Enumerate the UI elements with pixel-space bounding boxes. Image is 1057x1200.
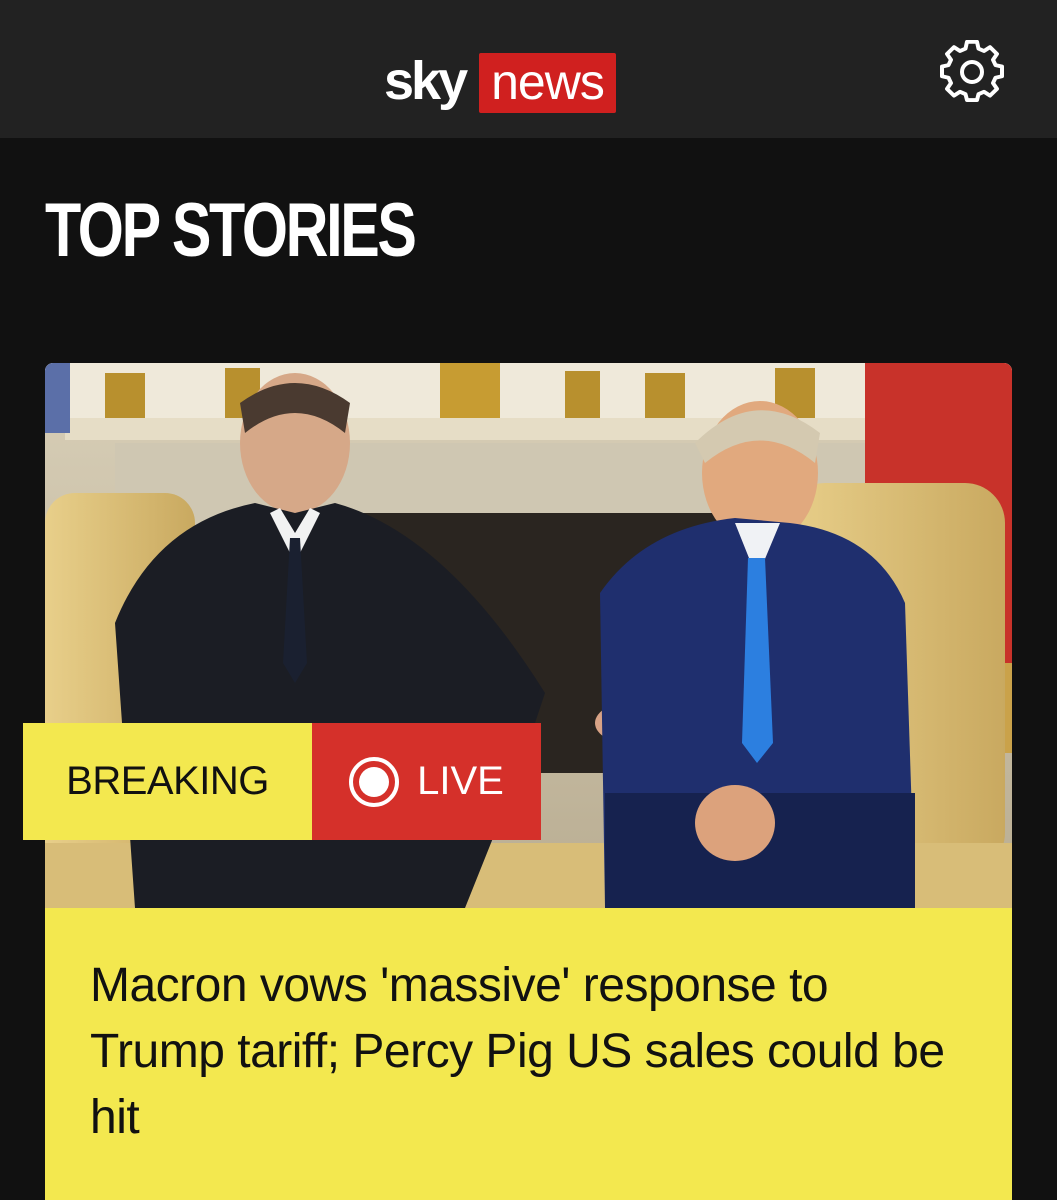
breaking-badge: BREAKING bbox=[23, 723, 312, 840]
section-title: TOP STORIES bbox=[45, 188, 417, 273]
main-content: TOP STORIES Macron vows 'massive' respon… bbox=[0, 138, 1057, 1200]
story-badges: BREAKING LIVE bbox=[23, 723, 541, 840]
story-headline[interactable]: Macron vows 'massive' response to Trump … bbox=[90, 953, 970, 1151]
settings-gear-icon[interactable] bbox=[940, 39, 1004, 104]
live-record-icon bbox=[349, 756, 400, 807]
live-badge: LIVE bbox=[312, 723, 541, 840]
headline-panel: Macron vows 'massive' response to Trump … bbox=[45, 908, 1012, 1200]
live-badge-label: LIVE bbox=[417, 759, 504, 803]
logo-news-text: news bbox=[479, 53, 616, 113]
app-header: sky news bbox=[0, 0, 1057, 138]
sky-news-logo[interactable]: sky news bbox=[384, 52, 616, 114]
logo-sky-text: sky bbox=[384, 51, 468, 111]
breaking-badge-label: BREAKING bbox=[66, 759, 269, 803]
